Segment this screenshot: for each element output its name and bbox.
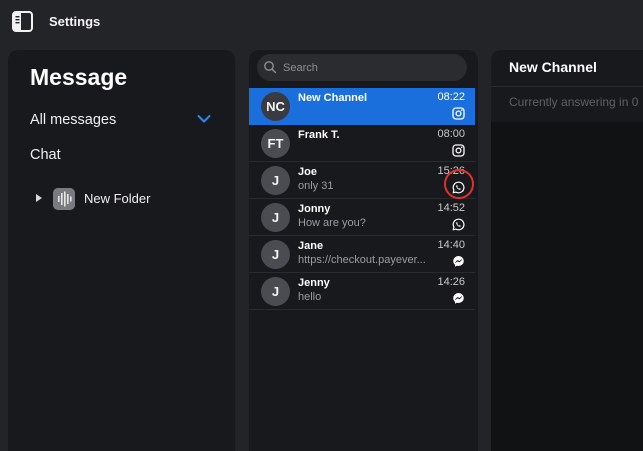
conversation-item[interactable]: J Jenny hello 14:26: [249, 273, 475, 310]
sidebar-toggle-icon[interactable]: [12, 11, 33, 32]
message-preview: How are you?: [298, 217, 366, 229]
chevron-down-icon[interactable]: [197, 114, 211, 124]
instagram-icon: [452, 144, 465, 157]
instagram-icon: [452, 107, 465, 120]
avatar: J: [261, 166, 290, 195]
message-time: 08:22: [437, 91, 465, 103]
conversation-item[interactable]: NC New Channel 08:22: [249, 88, 475, 125]
search-input[interactable]: [281, 58, 465, 78]
search-icon: [264, 61, 277, 74]
conversation-detail-panel: New Channel Currently answering in 0: [491, 50, 643, 451]
whatsapp-icon: [452, 218, 465, 231]
folder-label: New Folder: [84, 191, 151, 206]
detail-header: New Channel: [491, 50, 643, 87]
app-root: Settings Message All messages Chat New F…: [0, 0, 643, 451]
conversation-item[interactable]: J Joe only 31 15:26: [249, 162, 475, 199]
contact-name: Joe: [298, 166, 317, 178]
page-title: Message: [30, 64, 128, 90]
contact-name: New Channel: [298, 92, 368, 104]
folder-waveform-icon: [53, 188, 75, 210]
avatar: J: [261, 203, 290, 232]
message-time: 14:40: [437, 239, 465, 251]
message-time: 14:26: [437, 276, 465, 288]
messenger-icon: [452, 255, 465, 268]
detail-title: New Channel: [509, 59, 597, 75]
folder-item[interactable]: New Folder: [34, 188, 214, 210]
search-box[interactable]: [257, 54, 467, 81]
message-preview: hello: [298, 291, 322, 303]
avatar: FT: [261, 129, 290, 158]
conversation-item[interactable]: J Jonny How are you? 14:52: [249, 199, 475, 236]
contact-name: Jane: [298, 240, 324, 252]
message-preview: https://checkout.payever...: [298, 254, 426, 266]
chat-list: NC New Channel 08:22 FT Frank T. 08:00 J Joe onl…: [249, 88, 475, 310]
contact-name: Jonny: [298, 203, 331, 215]
contact-name: Frank T.: [298, 129, 340, 141]
caret-right-icon[interactable]: [36, 194, 42, 202]
left-panel: Message All messages Chat New Folder: [8, 50, 235, 451]
conversation-list-panel: NC New Channel 08:22 FT Frank T. 08:00 J Joe onl…: [249, 50, 478, 451]
all-messages-filter[interactable]: All messages: [30, 112, 116, 128]
window-title: Settings: [49, 14, 101, 29]
message-preview: only 31: [298, 180, 334, 192]
messenger-icon: [452, 292, 465, 305]
message-area: [491, 122, 643, 451]
top-bar: Settings: [0, 0, 643, 44]
avatar: J: [261, 240, 290, 269]
conversation-item[interactable]: FT Frank T. 08:00: [249, 125, 475, 162]
avatar: NC: [261, 92, 290, 121]
contact-name: Jenny: [298, 277, 330, 289]
message-time: 08:00: [437, 128, 465, 140]
avatar: J: [261, 277, 290, 306]
conversation-item[interactable]: J Jane https://checkout.payever... 14:40: [249, 236, 475, 273]
answering-status: Currently answering in 0: [509, 95, 639, 109]
message-time: 14:52: [437, 202, 465, 214]
highlight-ring: [444, 169, 474, 199]
chat-nav-item[interactable]: Chat: [30, 147, 61, 163]
